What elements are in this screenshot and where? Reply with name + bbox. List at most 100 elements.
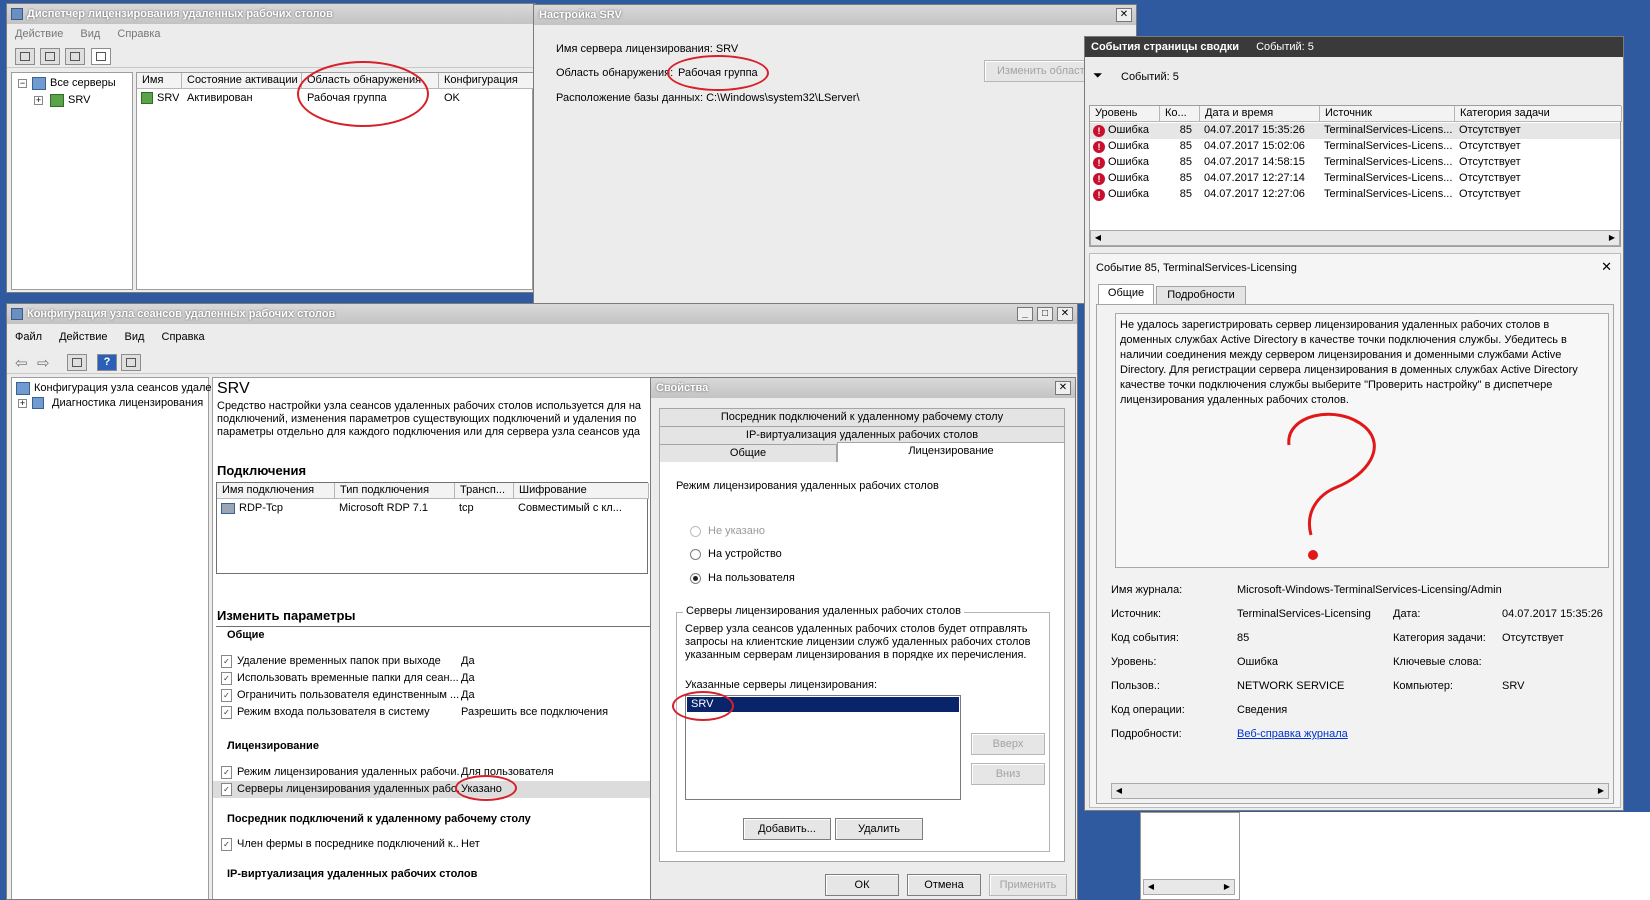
grid-view-icon[interactable]: [91, 48, 111, 65]
forward-arrow-icon[interactable]: ⇨: [37, 354, 50, 372]
config-icon: [16, 382, 30, 395]
licensing-manager-titlebar[interactable]: Диспетчер лицензирования удаленных рабоч…: [7, 4, 535, 24]
event-row[interactable]: ! Ошибка 85 04.07.2017 14:58:15 TerminalServ…: [1090, 155, 1620, 171]
col-connection-name[interactable]: Имя подключения: [217, 483, 335, 499]
scroll-left-icon[interactable]: ◀: [1092, 232, 1104, 244]
remove-button[interactable]: Удалить: [835, 818, 923, 840]
setting-row[interactable]: ✓ Член фермы в посреднике подключений к..…: [213, 836, 653, 853]
log-name-label: Имя журнала:: [1111, 584, 1183, 596]
tree-config-root[interactable]: Конфигурация узла сеансов удале: [34, 382, 212, 394]
col-source[interactable]: Источник: [1320, 106, 1455, 122]
radio-per-device[interactable]: [690, 549, 701, 560]
bg-hscrollbar[interactable]: ◀ ▶: [1143, 879, 1235, 895]
tab-general[interactable]: Общие: [1098, 284, 1154, 304]
col-code[interactable]: Ко...: [1160, 106, 1200, 122]
cancel-button[interactable]: Отмена: [907, 874, 981, 896]
col-scope[interactable]: Область обнаружения: [302, 73, 439, 89]
menu-help[interactable]: Справка: [162, 331, 205, 343]
scroll-left-icon[interactable]: ◀: [1113, 785, 1125, 797]
server-list-item[interactable]: SRV: [687, 697, 959, 712]
tab-details[interactable]: Подробности: [1156, 286, 1246, 304]
help-icon[interactable]: ?: [97, 354, 117, 371]
connections-table: Имя подключения Тип подключения Трансп..…: [216, 482, 649, 574]
radio-not-specified[interactable]: [690, 526, 701, 537]
menu-view[interactable]: Вид: [80, 28, 100, 40]
minimize-icon[interactable]: _: [1017, 307, 1033, 321]
back-arrow-icon[interactable]: ⇦: [15, 354, 28, 372]
menu-file[interactable]: Файл: [15, 331, 42, 343]
event-category: Отсутствует: [1459, 188, 1521, 200]
close-icon[interactable]: ✕: [1601, 259, 1612, 275]
maximize-icon[interactable]: □: [1037, 307, 1053, 321]
srv-settings-titlebar[interactable]: Настройка SRV ✕: [534, 5, 1136, 25]
event-row[interactable]: ! Ошибка 85 04.07.2017 12:27:06 TerminalServ…: [1090, 187, 1620, 203]
web-help-link[interactable]: Веб-справка журнала: [1237, 728, 1348, 740]
col-name[interactable]: Имя: [137, 73, 182, 89]
scroll-right-icon[interactable]: ▶: [1221, 881, 1233, 893]
event-row[interactable]: ! Ошибка 85 04.07.2017 12:27:14 TerminalServ…: [1090, 171, 1620, 187]
row-name[interactable]: SRV: [157, 91, 179, 106]
tree-licensing-diagnostics[interactable]: Диагностика лицензирования: [52, 397, 203, 409]
license-servers-list[interactable]: SRV: [685, 695, 961, 800]
events-hscrollbar[interactable]: ◀ ▶: [1090, 230, 1620, 246]
add-button[interactable]: Добавить...: [743, 818, 831, 840]
close-icon[interactable]: ✕: [1057, 307, 1073, 321]
setting-row[interactable]: ✓ Использовать временные папки для сеан..…: [213, 670, 653, 687]
event-row[interactable]: ! Ошибка 85 04.07.2017 15:35:26 TerminalServ…: [1090, 123, 1620, 139]
user-label: Пользов.:: [1111, 680, 1160, 692]
event-level: Ошибка: [1108, 156, 1149, 168]
expand-icon[interactable]: +: [34, 96, 43, 105]
app-icon: [11, 308, 23, 320]
move-up-button[interactable]: Вверх: [971, 733, 1045, 755]
close-icon[interactable]: ✕: [1055, 381, 1071, 395]
expand-icon[interactable]: +: [18, 399, 27, 408]
ok-button[interactable]: ОК: [825, 874, 899, 896]
tree-all-servers[interactable]: Все серверы: [50, 77, 116, 89]
col-encryption[interactable]: Шифрование: [514, 483, 649, 499]
menu-help[interactable]: Справка: [117, 28, 160, 40]
tab-broker[interactable]: Посредник подключений к удаленному рабоч…: [659, 408, 1065, 426]
menu-view[interactable]: Вид: [125, 331, 145, 343]
col-config[interactable]: Конфигурация: [439, 73, 534, 89]
move-down-button[interactable]: Вниз: [971, 763, 1045, 785]
close-icon[interactable]: ✕: [1116, 8, 1132, 22]
setting-row[interactable]: ✓ Удаление временных папок при выходе Да: [213, 653, 653, 670]
scroll-left-icon[interactable]: ◀: [1145, 881, 1157, 893]
scroll-right-icon[interactable]: ▶: [1606, 232, 1618, 244]
console-tree-icon[interactable]: [67, 354, 87, 371]
scroll-right-icon[interactable]: ▶: [1595, 785, 1607, 797]
event-source: TerminalServices-Licens...: [1324, 172, 1453, 184]
detail-hscrollbar[interactable]: ◀ ▶: [1111, 783, 1609, 799]
menu-action[interactable]: Действие: [59, 331, 107, 343]
conn-name[interactable]: RDP-Tcp: [239, 501, 283, 516]
general-section-title: Общие: [227, 629, 265, 641]
setting-row[interactable]: ✓ Режим входа пользователя в систему Разре…: [213, 704, 653, 721]
col-connection-type[interactable]: Тип подключения: [335, 483, 455, 499]
radio-per-user[interactable]: [690, 573, 701, 584]
setting-row[interactable]: ✓ Ограничить пользователя единственным ..…: [213, 687, 653, 704]
collapse-icon[interactable]: −: [18, 79, 27, 88]
events-titlebar[interactable]: События страницы сводки Событий: 5: [1085, 37, 1623, 57]
event-row[interactable]: ! Ошибка 85 04.07.2017 15:02:06 TerminalServ…: [1090, 139, 1620, 155]
tree-srv[interactable]: SRV: [68, 94, 90, 106]
col-activation[interactable]: Состояние активации: [182, 73, 302, 89]
tab-licensing[interactable]: Лицензирование: [837, 442, 1065, 462]
licensing-section-title: Лицензирование: [227, 740, 319, 752]
setting-row[interactable]: ✓ Серверы лицензирования удаленных рабо..…: [213, 781, 653, 798]
col-category[interactable]: Категория задачи: [1455, 106, 1622, 122]
menu-action[interactable]: Действие: [15, 28, 63, 40]
col-level[interactable]: Уровень: [1090, 106, 1160, 122]
col-transport[interactable]: Трансп...: [455, 483, 514, 499]
details-view-icon[interactable]: [40, 48, 60, 65]
apply-button[interactable]: Применить: [989, 874, 1067, 896]
session-host-titlebar[interactable]: Конфигурация узла сеансов удаленных рабо…: [7, 304, 1077, 324]
tab-general[interactable]: Общие: [659, 444, 837, 462]
setting-row[interactable]: ✓ Режим лицензирования удаленных рабочи..…: [213, 764, 653, 781]
properties-titlebar[interactable]: Свойства ✕: [651, 378, 1075, 398]
action-pane-icon[interactable]: [121, 354, 141, 371]
tree-view-icon[interactable]: [15, 48, 35, 65]
event-code-value: 85: [1237, 632, 1250, 644]
col-datetime[interactable]: Дата и время: [1200, 106, 1320, 122]
list-view-icon[interactable]: [65, 48, 85, 65]
filter-icon[interactable]: ⏷: [1093, 69, 1107, 81]
